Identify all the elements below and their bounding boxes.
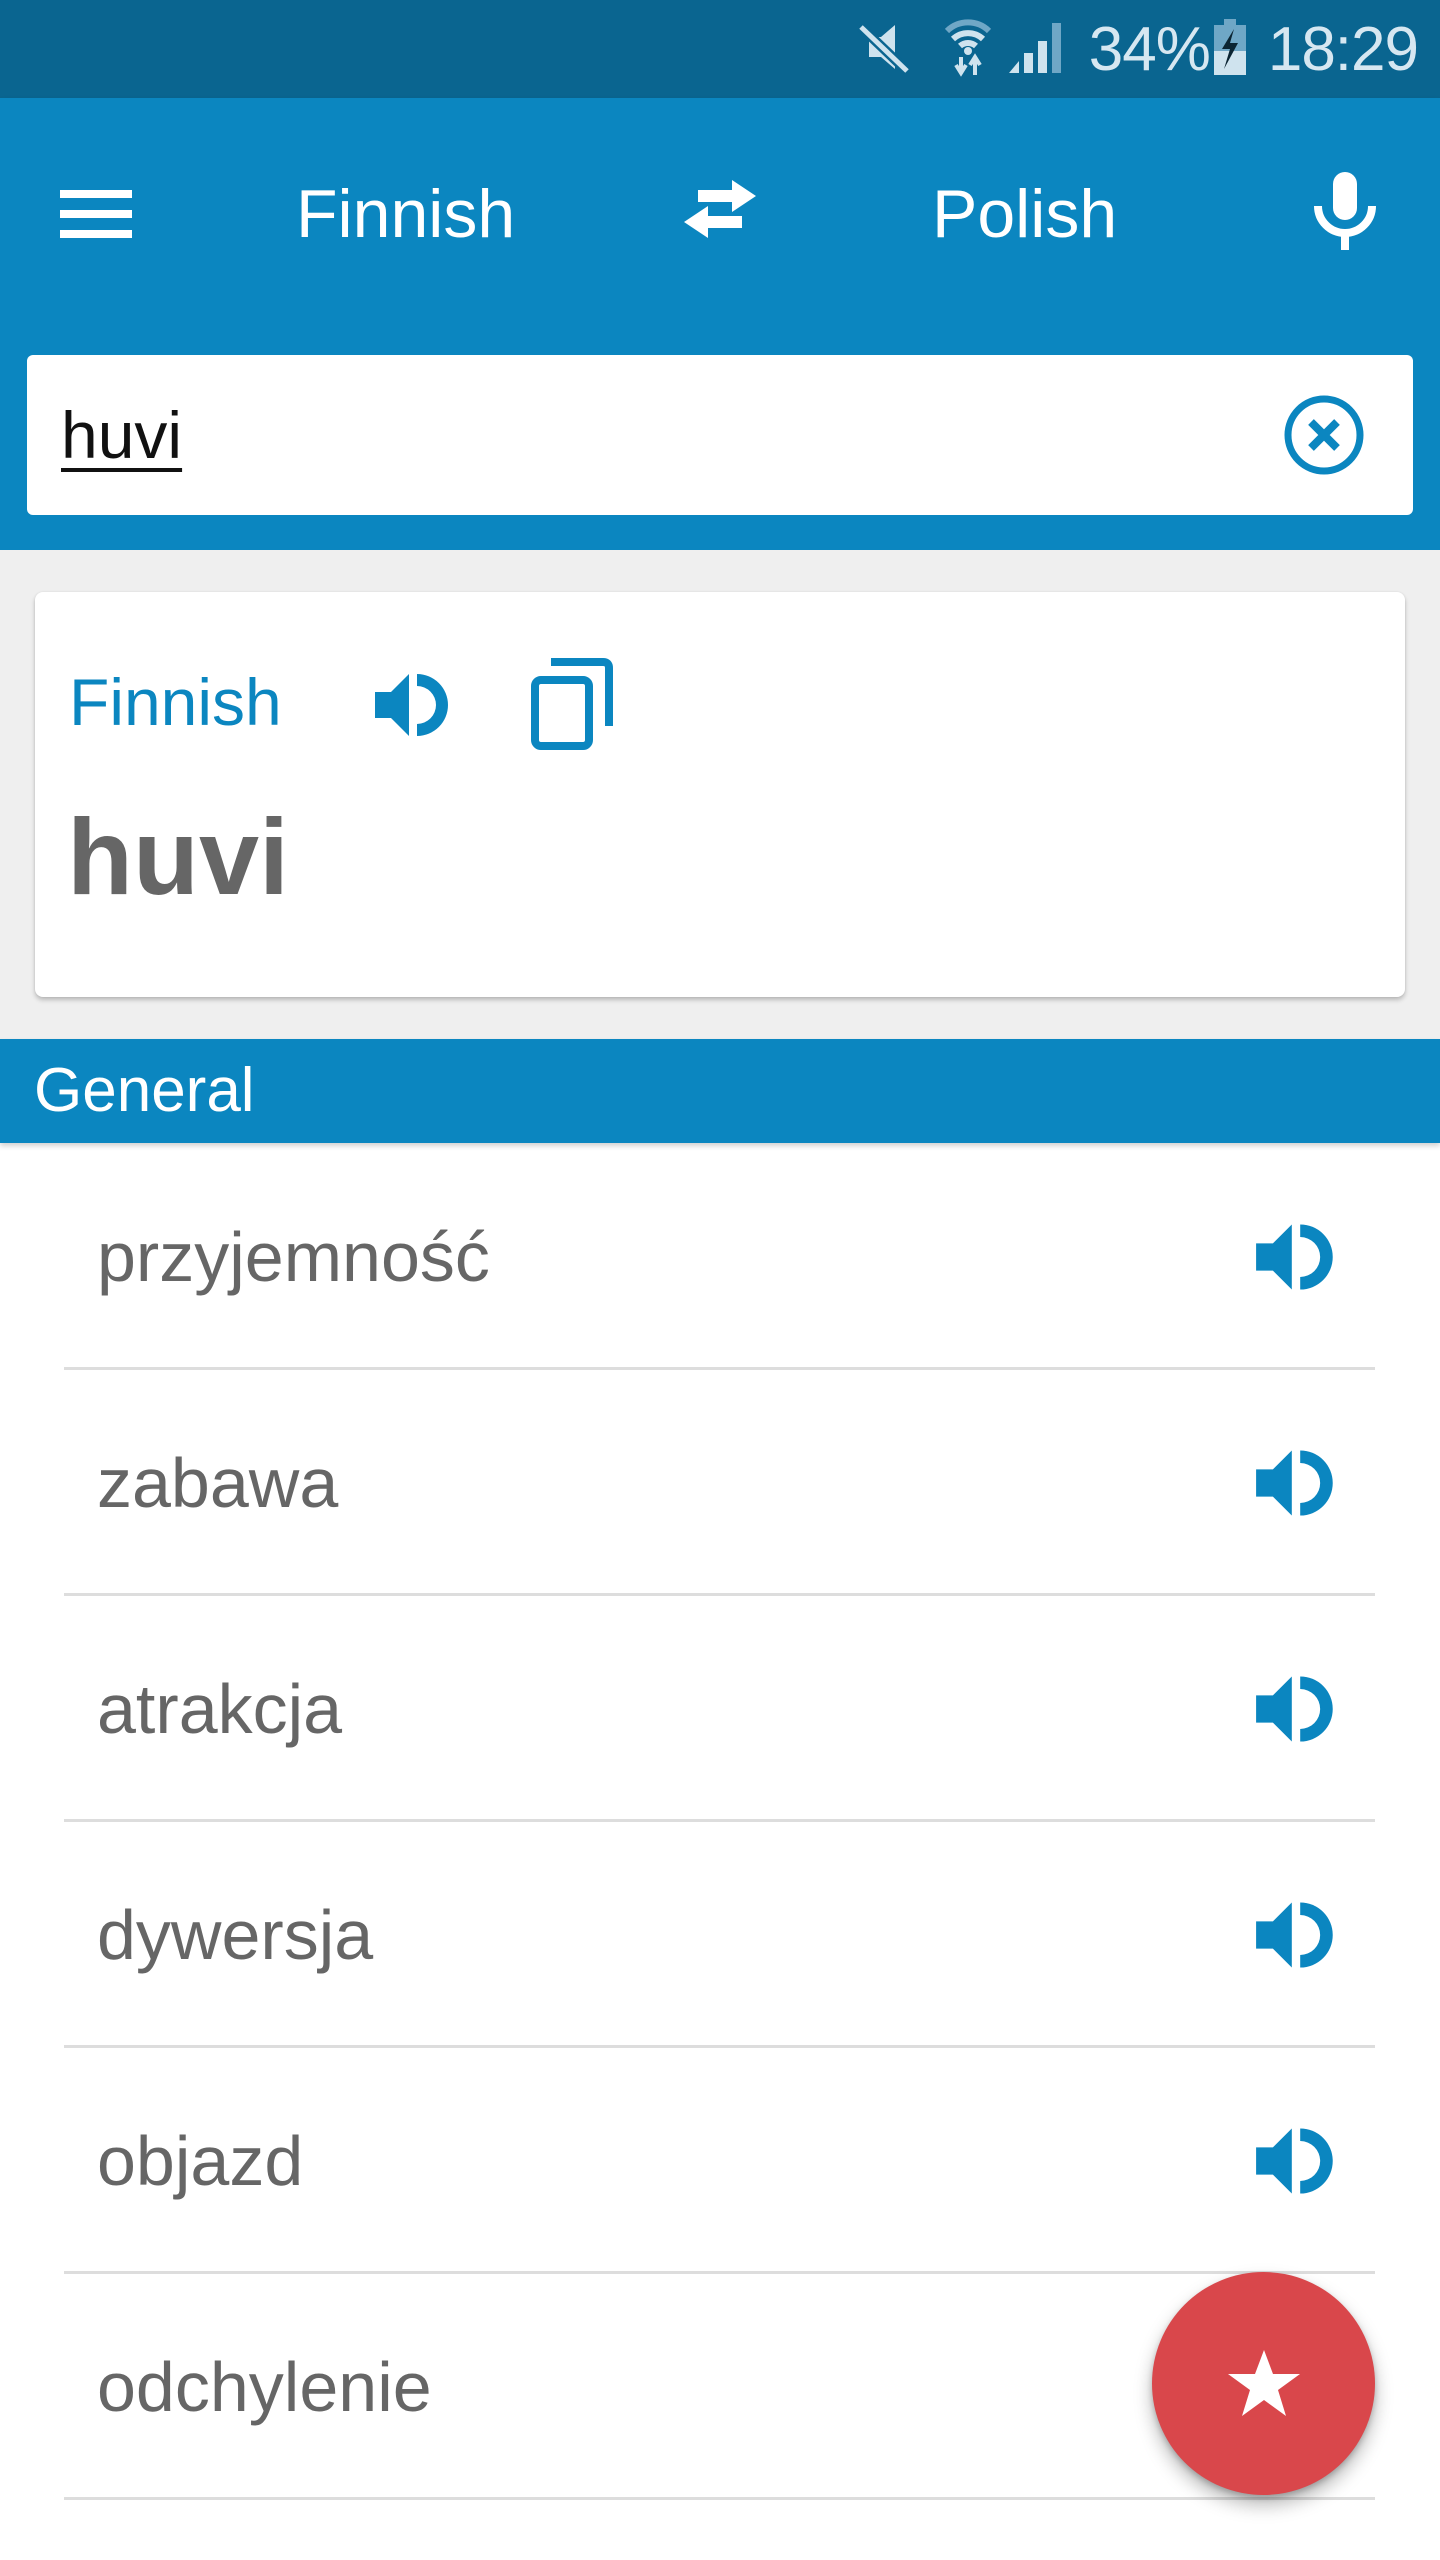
list-item[interactable]: objazd <box>0 2048 1440 2274</box>
section-header: General <box>0 1039 1440 1143</box>
translation-text: przyjemność <box>97 1217 490 1296</box>
translation-text: dywersja <box>97 1896 374 1974</box>
microphone-icon <box>1314 172 1376 250</box>
speaker-icon <box>1256 2128 1333 2194</box>
divider <box>64 2497 1375 2500</box>
star-icon <box>1227 2349 1300 2416</box>
speak-translation-button[interactable] <box>1254 1217 1338 1297</box>
swap-icon <box>684 180 756 238</box>
translation-text: objazd <box>97 2122 304 2200</box>
speak-translation-button[interactable] <box>1254 1669 1338 1749</box>
speak-translation-button[interactable] <box>1254 2121 1338 2201</box>
list-item[interactable]: atrakcja <box>0 1596 1440 1822</box>
menu-button[interactable] <box>52 176 140 252</box>
search-input[interactable] <box>61 387 1211 483</box>
speaker-icon <box>1256 1450 1333 1516</box>
source-word-card: Finnish huvi <box>35 592 1405 997</box>
copy-icon <box>531 658 613 750</box>
wifi-icon <box>943 17 993 82</box>
battery-percent: 34% <box>1088 14 1211 84</box>
clear-search-button[interactable] <box>1281 392 1367 478</box>
status-bar: 34% 18:29 <box>0 0 1440 98</box>
speaker-icon <box>1256 1676 1333 1742</box>
translation-text: zabawa <box>97 1444 339 1522</box>
list-item[interactable]: dywersja <box>0 1822 1440 2048</box>
battery-charging-icon <box>1213 18 1246 80</box>
swap-languages-button[interactable] <box>670 174 770 254</box>
signal-icon <box>1007 19 1063 80</box>
list-item[interactable]: zabawa <box>0 1370 1440 1596</box>
speaker-icon <box>1256 1902 1333 1968</box>
favorite-fab-button[interactable] <box>1152 2272 1375 2495</box>
section-title: General <box>34 1056 255 1125</box>
list-item[interactable]: przyjemność <box>0 1143 1440 1370</box>
clock: 18:29 <box>1267 14 1419 84</box>
source-word: huvi <box>67 796 290 917</box>
speaker-icon <box>1256 1223 1333 1290</box>
status-icons: 34% 18:29 <box>855 0 1419 98</box>
content-background: Finnish huvi <box>0 550 1440 1039</box>
menu-icon-bar <box>60 210 132 218</box>
translation-text: odchylenie <box>97 2348 432 2426</box>
menu-icon-bar <box>60 230 132 238</box>
search-box <box>27 355 1413 515</box>
menu-icon <box>60 190 132 198</box>
speak-translation-button[interactable] <box>1254 1895 1338 1975</box>
card-language-label: Finnish <box>69 665 282 739</box>
mute-icon <box>855 19 915 80</box>
translation-text: atrakcja <box>97 1670 343 1748</box>
voice-input-button[interactable] <box>1300 164 1390 260</box>
speaker-icon <box>375 674 448 736</box>
target-language-selector[interactable]: Polish <box>932 170 1117 258</box>
copy-button[interactable] <box>529 656 615 752</box>
app-toolbar: Finnish Polish <box>0 98 1440 550</box>
source-language-selector[interactable]: Finnish <box>296 170 515 258</box>
speak-source-button[interactable] <box>373 668 453 742</box>
clear-circle-icon <box>1284 395 1364 475</box>
speak-translation-button[interactable] <box>1254 1443 1338 1523</box>
